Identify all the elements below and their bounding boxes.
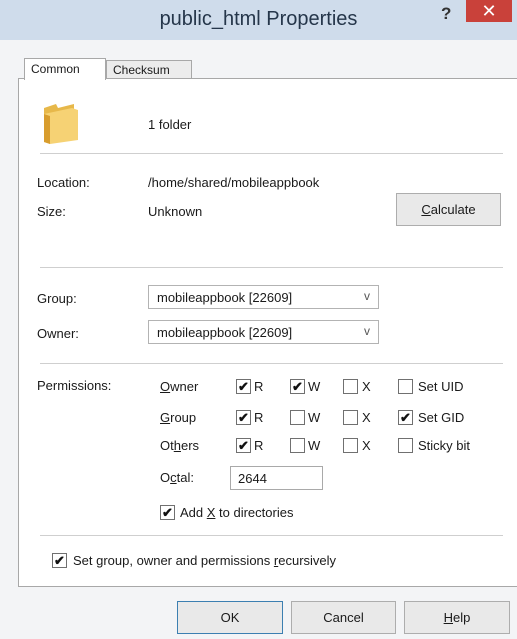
owner-select[interactable]: mobileappbook [22609] v [148,320,379,344]
others-row-label: Others [160,438,199,453]
others-execute-label: X [362,438,371,453]
octal-label: Octal: [160,470,194,485]
owner-label: Owner: [37,326,79,341]
row-label-text: Ot [160,438,174,453]
owner-read-label: R [254,379,264,394]
others-execute-checkbox[interactable] [343,438,358,453]
recursive-text-rest: ecursively [278,553,337,568]
owner-execute-checkbox[interactable] [343,379,358,394]
group-read-label: R [254,410,264,425]
group-row-label: Group [160,410,196,425]
calculate-accelerator: C [421,202,431,217]
add-x-text-rest: to directories [215,505,294,520]
owner-row-label: Owner [160,379,198,394]
chevron-down-icon: v [364,324,370,338]
folder-summary: 1 folder [148,117,192,132]
set-uid-label: Set UID [418,379,464,394]
separator [40,535,503,536]
help-button[interactable]: Help [404,601,510,634]
owner-execute-label: X [362,379,371,394]
window-title: public_html Properties [159,8,358,30]
group-write-label: W [308,410,321,425]
cancel-button[interactable]: Cancel [291,601,396,634]
group-read-checkbox[interactable]: ✔ [236,410,251,425]
owner-write-label: W [308,379,321,394]
row-label-accelerator: O [160,379,171,394]
separator [40,363,503,364]
row-label-accelerator: h [173,438,181,453]
recursive-text: Set group, owner and permissions [73,553,274,568]
properties-dialog: public_html Properties ? ✕ Common Checks… [0,0,517,639]
add-x-checkbox[interactable]: ✔ [160,505,175,520]
location-label: Location: [37,175,90,190]
others-read-checkbox[interactable]: ✔ [236,438,251,453]
owner-select-value: mobileappbook [22609] [157,325,293,340]
add-x-text: Add [180,505,207,520]
separator [40,267,503,268]
others-write-label: W [308,438,321,453]
permissions-label: Permissions: [37,378,112,393]
group-execute-label: X [362,410,371,425]
sticky-bit-checkbox[interactable] [398,438,413,453]
size-value: Unknown [148,204,203,219]
set-gid-label: Set GID [418,410,465,425]
separator [40,153,503,154]
calculate-text-rest: alculate [430,202,476,217]
group-select[interactable]: mobileappbook [22609] v [148,285,379,309]
add-x-label: Add X to directories [180,505,293,520]
group-select-value: mobileappbook [22609] [157,290,293,305]
folder-icon [44,104,78,144]
size-label: Size: [37,204,66,219]
sticky-bit-label: Sticky bit [418,438,471,453]
row-label-text-rest: roup [170,410,197,425]
set-gid-checkbox[interactable]: ✔ [398,410,413,425]
group-write-checkbox[interactable] [290,410,305,425]
octal-input-value: 2644 [238,471,267,486]
octal-label-text-rest: tal: [176,470,194,485]
calculate-button[interactable]: Calculate [396,193,501,226]
owner-write-checkbox[interactable]: ✔ [290,379,305,394]
chevron-down-icon: v [364,289,370,303]
owner-read-checkbox[interactable]: ✔ [236,379,251,394]
location-value: /home/shared/mobileappbook [148,175,320,190]
recursive-label: Set group, owner and permissions recursi… [73,553,336,568]
close-button[interactable]: ✕ [466,0,512,22]
set-uid-checkbox[interactable] [398,379,413,394]
group-execute-checkbox[interactable] [343,410,358,425]
title-bar: public_html Properties ? ✕ [0,0,517,40]
octal-label-text: O [160,470,171,485]
tab-common[interactable]: Common [24,58,106,80]
group-label: Group: [37,291,77,306]
row-label-text-rest: ers [180,438,200,453]
row-label-accelerator: G [160,410,171,425]
octal-input[interactable]: 2644 [230,466,323,490]
others-read-label: R [254,438,264,453]
help-accelerator: H [443,610,454,625]
others-write-checkbox[interactable] [290,438,305,453]
help-text-rest: elp [453,610,471,625]
tab-checksum[interactable]: Checksum [106,60,192,78]
recursive-checkbox[interactable]: ✔ [52,553,67,568]
row-label-text-rest: wner [170,379,199,394]
help-icon[interactable]: ? [441,4,451,24]
ok-button[interactable]: OK [177,601,283,634]
